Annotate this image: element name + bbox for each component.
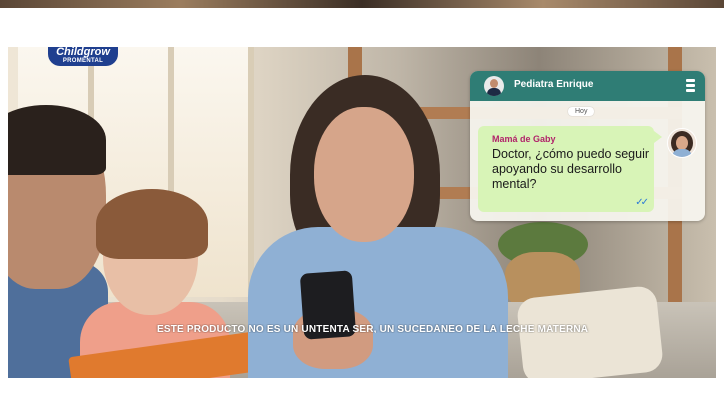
mother-face — [314, 107, 414, 242]
bubble-tail — [654, 131, 662, 143]
child-hair — [96, 189, 208, 259]
legal-disclaimer: ESTE PRODUCTO NO ES UN UNTENTA SER, UN S… — [0, 324, 724, 333]
mother-avatar-icon — [667, 128, 697, 158]
mother-figure — [248, 227, 508, 378]
disclaimer-text: ESTE PRODUCTO NO ES UN UNTENTA SER, UN S… — [157, 324, 589, 333]
message-bubble: Mamá de Gaby Doctor, ¿cómo puedo seguir … — [478, 126, 654, 212]
date-separator: Hoy — [568, 107, 595, 116]
chat-header: Pediatra Enrique — [470, 71, 705, 101]
brand-logo: Childgrow PROMENTAL — [48, 47, 118, 66]
chat-overlay: Pediatra Enrique Hoy Mamá de Gaby Doctor… — [470, 71, 705, 221]
logo-subtitle: PROMENTAL — [62, 58, 104, 64]
message-text: Doctor, ¿cómo puedo seguir apoyando su d… — [492, 147, 650, 191]
chat-contact-name: Pediatra Enrique — [514, 79, 594, 90]
doctor-avatar-icon — [484, 76, 504, 96]
top-video-strip — [0, 0, 724, 8]
message-sender: Mamá de Gaby — [492, 134, 556, 144]
menu-icon[interactable] — [686, 79, 695, 93]
read-receipt-icon: ✓✓ — [635, 197, 649, 208]
logo-text: Childgrow — [56, 47, 110, 58]
